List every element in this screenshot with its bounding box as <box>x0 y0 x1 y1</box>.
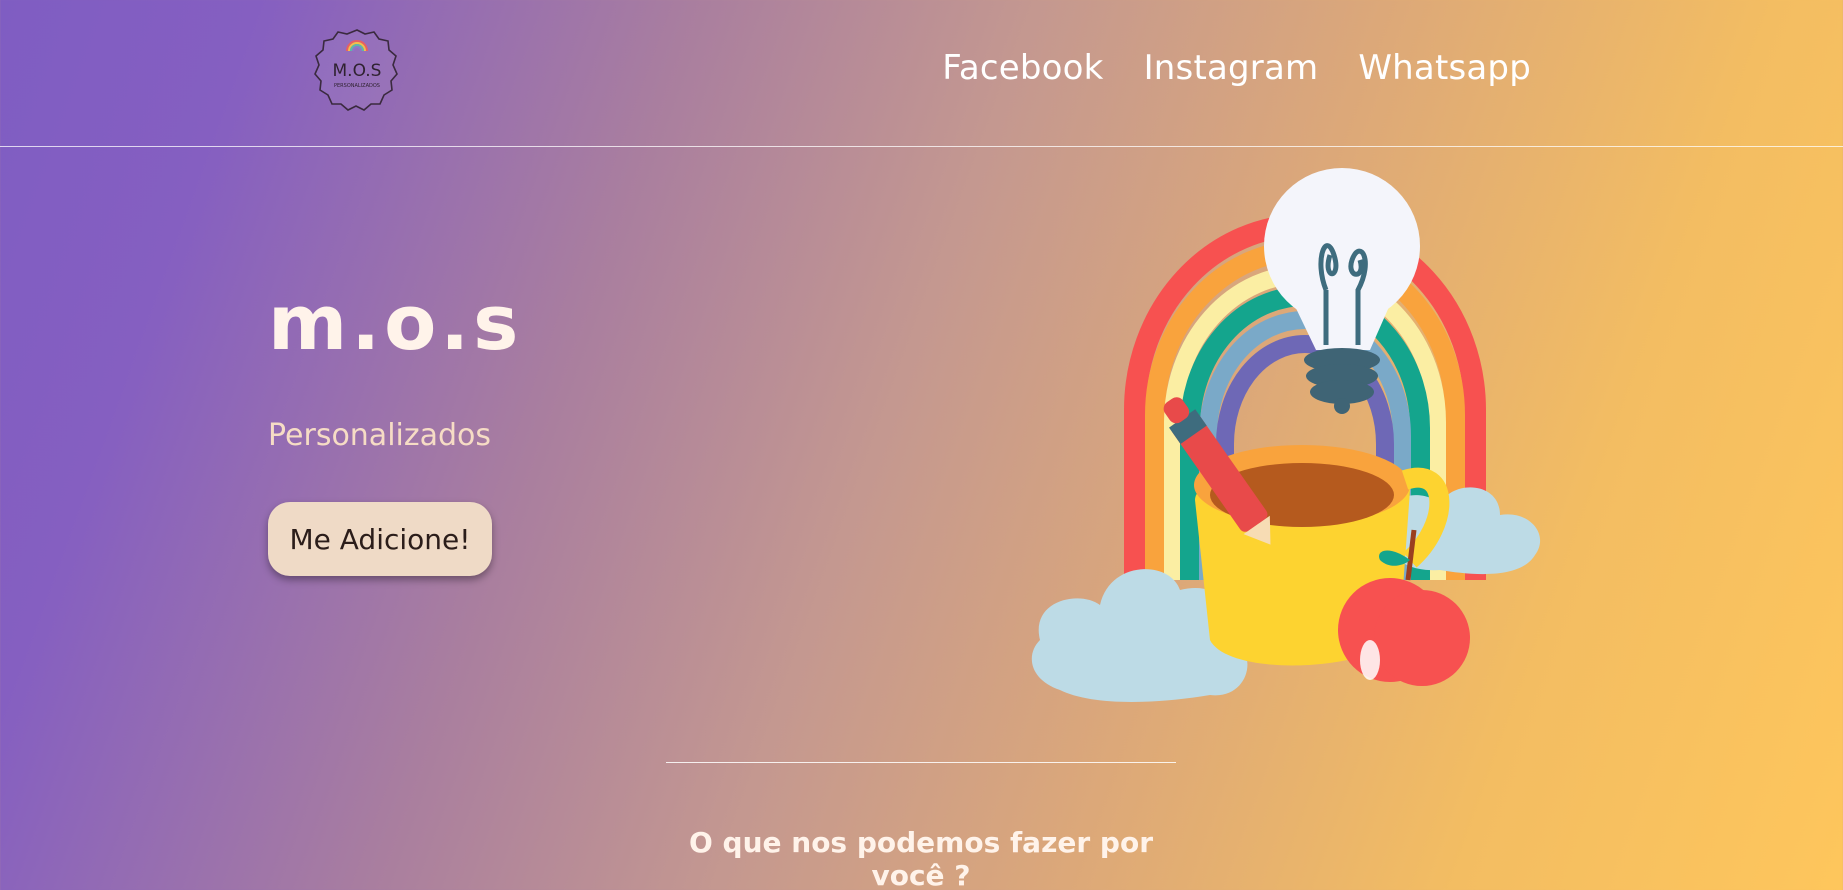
nav-link-instagram[interactable]: Instagram <box>1144 48 1319 88</box>
hero-subtitle: Personalizados <box>268 418 492 453</box>
svg-text:M.O.S: M.O.S <box>333 61 382 81</box>
site-logo[interactable]: M.O.S PERSONALIZADOS <box>314 27 400 113</box>
hero-title: m.o.s <box>268 278 523 367</box>
main-nav: Facebook Instagram Whatsapp <box>942 48 1531 88</box>
section-title: O que nos podemos fazer por você ? <box>689 826 1153 890</box>
nav-link-whatsapp[interactable]: Whatsapp <box>1358 48 1531 88</box>
rainbow-badge-logo-icon: M.O.S PERSONALIZADOS <box>314 29 398 111</box>
site-header: M.O.S PERSONALIZADOS Facebook Instagram … <box>0 0 1843 147</box>
section-divider <box>666 762 1176 763</box>
nav-link-facebook[interactable]: Facebook <box>942 48 1103 88</box>
svg-text:PERSONALIZADOS: PERSONALIZADOS <box>334 83 380 89</box>
hero-illustration <box>1030 160 1580 720</box>
add-me-button[interactable]: Me Adicione! <box>268 502 492 576</box>
rainbow-lightbulb-illustration-icon <box>1031 168 1541 702</box>
